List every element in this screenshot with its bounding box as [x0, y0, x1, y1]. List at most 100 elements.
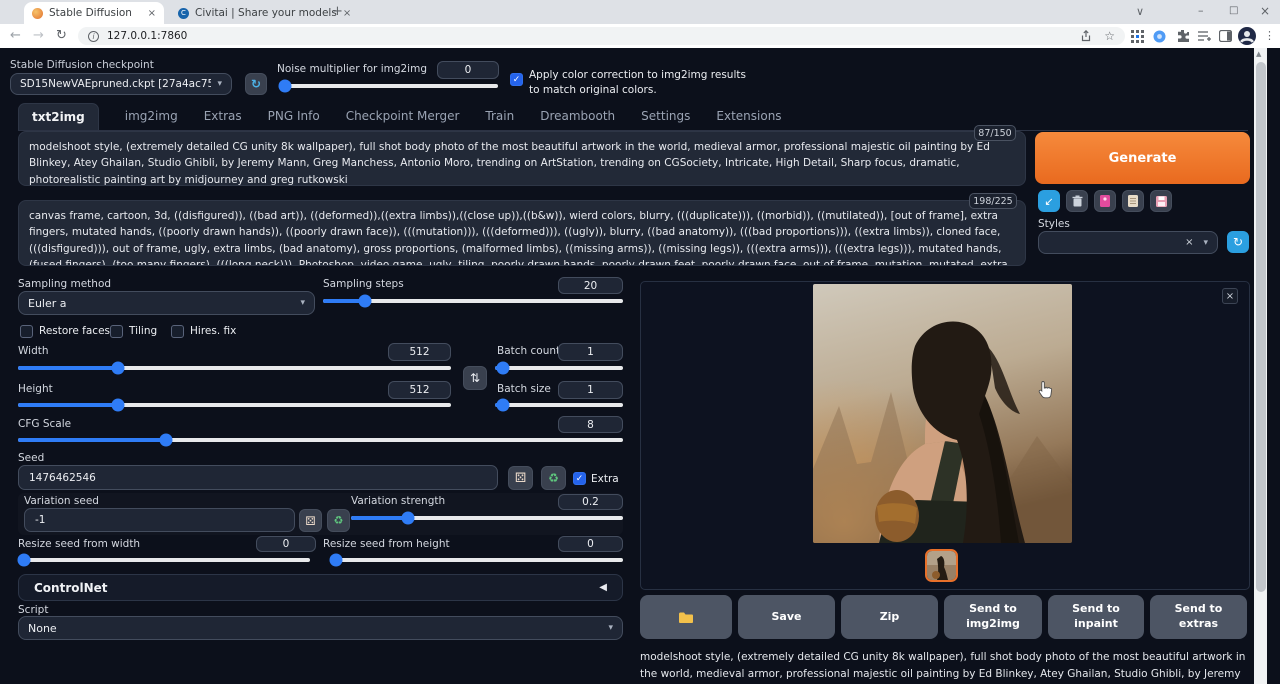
height-value[interactable]: 512	[388, 381, 451, 399]
slider-knob[interactable]	[402, 512, 415, 525]
width-value[interactable]: 512	[388, 343, 451, 361]
scroll-up-icon[interactable]: ▲	[1256, 50, 1261, 58]
generated-image[interactable]	[813, 284, 1072, 543]
window-minimize-button[interactable]: –	[1198, 4, 1204, 17]
tab-png-info[interactable]: PNG Info	[268, 109, 320, 130]
resize-seed-height-value[interactable]: 0	[558, 536, 623, 552]
random-seed-button[interactable]: ⚄	[508, 466, 533, 490]
gallery-thumbnail[interactable]	[925, 549, 958, 582]
zip-button[interactable]: Zip	[841, 595, 938, 639]
seed-input[interactable]: 1476462546	[18, 465, 498, 490]
window-maximize-button[interactable]: □	[1229, 5, 1238, 16]
slider-knob[interactable]	[359, 295, 372, 308]
send-to-inpaint-button[interactable]: Send to inpaint	[1048, 595, 1144, 639]
sampling-steps-slider[interactable]	[323, 299, 623, 303]
resize-seed-width-slider[interactable]	[18, 558, 310, 562]
send-to-extras-button[interactable]: Send to extras	[1150, 595, 1247, 639]
noise-multiplier-value[interactable]: 0	[437, 61, 499, 79]
tab-close-icon[interactable]: ×	[343, 8, 351, 19]
hires-fix-checkbox[interactable]	[171, 325, 184, 338]
restore-faces-checkbox[interactable]	[20, 325, 33, 338]
browser-tab-civitai[interactable]: C Civitai | Share your models ×	[170, 2, 322, 24]
tab-checkpoint-merger[interactable]: Checkpoint Merger	[346, 109, 460, 130]
side-panel-icon[interactable]	[1219, 30, 1232, 42]
close-preview-button[interactable]: ×	[1222, 288, 1238, 304]
forward-icon[interactable]: →	[33, 29, 44, 42]
checkpoint-dropdown[interactable]: SD15NewVAEpruned.ckpt [27a4ac756c] ▾	[10, 73, 232, 95]
apply-styles-button[interactable]	[1122, 190, 1144, 212]
scrollbar-thumb[interactable]	[1256, 62, 1266, 592]
cfg-scale-value[interactable]: 8	[558, 416, 623, 433]
profile-avatar[interactable]	[1238, 27, 1256, 45]
variation-strength-slider[interactable]	[351, 516, 623, 520]
sampling-steps-value[interactable]: 20	[558, 277, 623, 294]
variation-reuse-seed-button[interactable]: ♻	[327, 509, 350, 532]
cfg-scale-slider[interactable]	[18, 438, 623, 442]
noise-multiplier-slider[interactable]	[281, 84, 498, 88]
window-close-button[interactable]: ×	[1260, 4, 1270, 18]
bookmark-star-icon[interactable]: ☆	[1104, 30, 1115, 42]
paste-params-button[interactable]: ↙	[1038, 190, 1060, 212]
window-chevron-icon[interactable]: ∨	[1136, 5, 1144, 18]
extensions-puzzle-icon[interactable]	[1176, 29, 1190, 43]
swap-dimensions-button[interactable]: ⇅	[463, 366, 487, 390]
script-dropdown[interactable]: None ▾	[18, 616, 623, 640]
variation-random-seed-button[interactable]: ⚄	[299, 509, 322, 532]
batch-size-slider[interactable]	[495, 403, 623, 407]
tab-txt2img[interactable]: txt2img	[18, 103, 99, 130]
browser-menu-icon[interactable]: ⋮	[1264, 29, 1275, 42]
variation-seed-input[interactable]: -1	[24, 508, 295, 532]
reading-list-icon[interactable]	[1198, 31, 1212, 42]
batch-count-value[interactable]: 1	[558, 343, 623, 361]
resize-seed-height-slider[interactable]	[330, 558, 623, 562]
page-scrollbar[interactable]: ▲	[1254, 48, 1267, 684]
styles-dropdown[interactable]: × ▾	[1038, 231, 1218, 254]
tab-settings[interactable]: Settings	[641, 109, 690, 130]
save-style-button[interactable]	[1150, 190, 1172, 212]
tab-img2img[interactable]: img2img	[125, 109, 178, 130]
sampling-method-dropdown[interactable]: Euler a ▾	[18, 291, 315, 315]
slider-knob[interactable]	[111, 399, 124, 412]
tab-extensions[interactable]: Extensions	[716, 109, 781, 130]
extra-seed-checkbox[interactable]: ✓	[573, 472, 586, 485]
tab-close-icon[interactable]: ×	[148, 8, 156, 19]
browser-tab-stable-diffusion[interactable]: Stable Diffusion ×	[24, 2, 164, 24]
extension-grid-icon[interactable]	[1131, 30, 1144, 43]
tab-train[interactable]: Train	[485, 109, 514, 130]
reuse-seed-button[interactable]: ♻	[541, 466, 566, 490]
width-slider[interactable]	[18, 366, 451, 370]
batch-size-value[interactable]: 1	[558, 381, 623, 399]
save-button[interactable]: Save	[738, 595, 835, 639]
color-correction-checkbox[interactable]: ✓	[510, 73, 523, 86]
blue-extension-icon[interactable]	[1153, 30, 1166, 43]
tab-extras[interactable]: Extras	[204, 109, 242, 130]
slider-knob[interactable]	[160, 434, 173, 447]
slider-knob[interactable]	[279, 80, 292, 93]
extra-networks-button[interactable]	[1094, 190, 1116, 212]
generate-button[interactable]: Generate	[1035, 132, 1250, 184]
slider-knob[interactable]	[329, 554, 342, 567]
height-slider[interactable]	[18, 403, 451, 407]
slider-knob[interactable]	[17, 554, 30, 567]
open-folder-button[interactable]	[640, 595, 732, 639]
slider-knob[interactable]	[111, 362, 124, 375]
site-info-icon[interactable]: i	[88, 31, 99, 42]
styles-refresh-button[interactable]: ↻	[1227, 231, 1249, 253]
negative-prompt-input[interactable]: canvas frame, cartoon, 3d, ((disfigured)…	[18, 200, 1026, 266]
resize-seed-width-value[interactable]: 0	[256, 536, 316, 552]
slider-knob[interactable]	[496, 399, 509, 412]
controlnet-accordion[interactable]: ControlNet ◀	[18, 574, 623, 601]
share-icon[interactable]	[1080, 30, 1092, 42]
slider-knob[interactable]	[496, 362, 509, 375]
new-tab-button[interactable]: +	[332, 4, 343, 19]
variation-strength-value[interactable]: 0.2	[558, 494, 623, 510]
clear-prompt-button[interactable]	[1066, 190, 1088, 212]
checkpoint-refresh-button[interactable]: ↻	[245, 73, 267, 95]
tab-dreambooth[interactable]: Dreambooth	[540, 109, 615, 130]
prompt-input[interactable]: modelshoot style, (extremely detailed CG…	[18, 131, 1026, 186]
tiling-checkbox[interactable]	[110, 325, 123, 338]
batch-count-slider[interactable]	[495, 366, 623, 370]
reload-icon[interactable]: ↻	[56, 29, 67, 42]
send-to-img2img-button[interactable]: Send to img2img	[944, 595, 1042, 639]
url-bar[interactable]: i 127.0.0.1:7860 ☆	[78, 27, 1125, 45]
